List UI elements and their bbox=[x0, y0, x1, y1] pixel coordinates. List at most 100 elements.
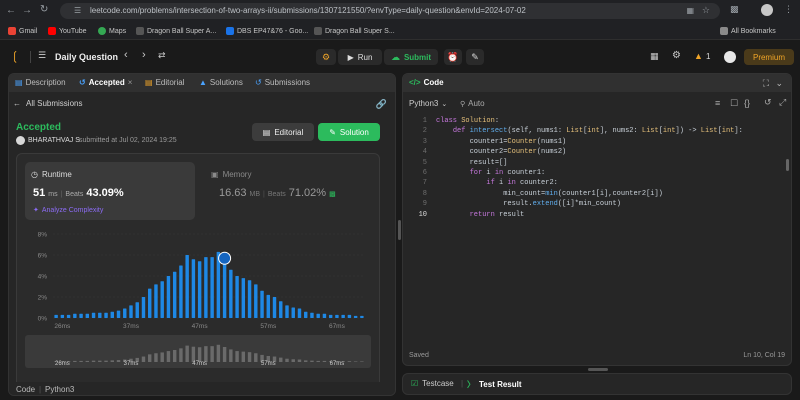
overview-bar bbox=[347, 361, 352, 362]
submitted-time: submitted at Jul 02, 2024 19:25 bbox=[79, 137, 177, 144]
user-avatar-small bbox=[16, 136, 25, 145]
all-bookmarks-label: All Bookmarks bbox=[731, 27, 776, 35]
tab-accepted[interactable]: ↺ Accepted × bbox=[79, 78, 132, 87]
bar bbox=[197, 261, 202, 318]
notes-button[interactable]: ✎ bbox=[466, 49, 484, 65]
tab-label: Accepted bbox=[88, 78, 125, 87]
reset-icon[interactable]: ↺ bbox=[764, 97, 772, 108]
bookmark-youtube[interactable]: YouTube bbox=[48, 25, 87, 37]
editor-scrollbar[interactable] bbox=[786, 159, 789, 171]
overview-bar bbox=[285, 358, 289, 362]
bar bbox=[60, 314, 65, 318]
arrow-left-icon: ← bbox=[13, 99, 21, 108]
extensions-icon[interactable]: ▩ bbox=[730, 4, 739, 15]
bar bbox=[204, 257, 208, 318]
submission-status: Accepted bbox=[16, 122, 62, 133]
layout-icon[interactable]: ▦ bbox=[650, 51, 659, 62]
bookmark-star-icon[interactable]: ☆ bbox=[702, 5, 710, 16]
code-editor[interactable]: 1 class Solution: 2 def intersect(self, nu… bbox=[403, 117, 791, 337]
memory-card[interactable]: ▣ Memory 16.63 MB | Beats 71.02% ▩ bbox=[201, 162, 371, 220]
profile-avatar[interactable] bbox=[761, 4, 773, 16]
bookmark-dragon-ball-1[interactable]: Dragon Ball Super A... bbox=[136, 25, 216, 37]
leetcode-logo-icon[interactable]: ❲ bbox=[10, 49, 22, 63]
memory-unit: MB bbox=[249, 191, 261, 198]
submitter-name[interactable]: BHARATHVAJ S bbox=[28, 137, 80, 144]
address-bar[interactable]: ☰ leetcode.com/problems/intersection-of-… bbox=[60, 3, 720, 19]
bar bbox=[85, 313, 90, 318]
browser-menu-icon[interactable]: ⋮ bbox=[784, 4, 793, 15]
y-tick-label: 0% bbox=[38, 316, 48, 323]
y-tick-label: 8% bbox=[38, 232, 48, 239]
submit-button[interactable]: ☁ Submit bbox=[384, 49, 438, 65]
line-number: 10 bbox=[418, 210, 427, 219]
collapse-icon[interactable]: ⌄ bbox=[775, 78, 783, 89]
format-icon[interactable]: ≡ bbox=[715, 98, 720, 108]
overview-bar bbox=[79, 360, 83, 362]
code-line: 4 counter2=Counter(nums2) bbox=[403, 148, 783, 158]
maximize-icon[interactable]: ⛶ bbox=[763, 78, 769, 89]
bookmark-gmail[interactable]: Gmail bbox=[8, 25, 37, 37]
forward-arrow-icon[interactable]: → bbox=[22, 5, 32, 16]
auto-mode[interactable]: ⚲ Auto bbox=[460, 99, 485, 108]
clock-icon: ◷ bbox=[31, 170, 38, 179]
list-icon[interactable]: ☰ bbox=[38, 50, 46, 61]
editorial-button[interactable]: ▤ Editorial bbox=[252, 123, 314, 141]
all-bookmarks[interactable]: All Bookmarks bbox=[720, 25, 776, 37]
tab-editorial[interactable]: ▤ Editorial bbox=[145, 78, 184, 87]
tab-description[interactable]: ▤ Description bbox=[15, 78, 66, 87]
bookmark-dragon-ball-2[interactable]: Dragon Ball Super S... bbox=[314, 25, 395, 37]
bookmark-icon[interactable]: ☐ bbox=[730, 98, 738, 109]
y-tick-label: 4% bbox=[38, 274, 48, 281]
overview-bar bbox=[291, 359, 295, 362]
code-text: result=[] bbox=[469, 158, 508, 167]
bar bbox=[110, 311, 114, 318]
panel-resize-handle[interactable] bbox=[398, 220, 401, 240]
tab-code[interactable]: </> Code bbox=[409, 78, 444, 87]
page-title[interactable]: Daily Question bbox=[55, 52, 118, 62]
bar bbox=[353, 315, 358, 318]
close-icon[interactable]: × bbox=[128, 78, 133, 87]
translate-icon[interactable]: ▦ bbox=[686, 6, 694, 15]
link-icon[interactable]: 🔗 bbox=[376, 99, 387, 110]
site-info-icon[interactable]: ☰ bbox=[74, 6, 81, 15]
solution-button[interactable]: ✎ Solution bbox=[318, 123, 380, 141]
prev-problem-icon[interactable]: ‹ bbox=[124, 49, 128, 61]
tab-solutions[interactable]: ▲ Solutions bbox=[199, 78, 243, 87]
fullscreen-icon[interactable]: ⤢ bbox=[779, 97, 786, 108]
back-arrow-icon[interactable]: ← bbox=[6, 5, 16, 16]
bar bbox=[241, 278, 246, 318]
x-tick-label: 47ms bbox=[192, 323, 209, 330]
settings-icon[interactable]: ⚙ bbox=[672, 50, 681, 61]
back-to-submissions[interactable]: ← All Submissions bbox=[13, 99, 82, 108]
analyze-complexity-link[interactable]: ✦ Analyze Complexity bbox=[33, 206, 104, 215]
overview-bar bbox=[73, 360, 77, 362]
shuffle-icon[interactable]: ⇄ bbox=[158, 50, 166, 61]
gmail-icon bbox=[8, 27, 16, 35]
code-label[interactable]: Code bbox=[16, 385, 35, 394]
panel-resize-handle-horizontal[interactable] bbox=[588, 368, 608, 371]
tab-test-result[interactable]: 〉 Test Result bbox=[467, 379, 522, 390]
debug-button[interactable]: ⚙ bbox=[316, 49, 336, 65]
analyze-label: Analyze Complexity bbox=[41, 206, 104, 214]
tab-submissions[interactable]: ↺ Submissions bbox=[255, 78, 310, 87]
overview-bar bbox=[254, 353, 258, 362]
timer-button[interactable]: ⏰ bbox=[444, 49, 462, 65]
sparkline-icon: ▩ bbox=[329, 191, 336, 198]
bookmark-dbs-drive[interactable]: DBS EP47&76 - Goo... bbox=[226, 25, 308, 37]
braces-icon[interactable]: {} bbox=[744, 98, 750, 108]
tab-label: Submissions bbox=[264, 78, 311, 87]
description-icon: ▤ bbox=[15, 78, 23, 87]
language-select[interactable]: Python3 ⌄ bbox=[409, 99, 447, 108]
bar bbox=[141, 297, 146, 318]
runtime-card[interactable]: ◷ Runtime 51 ms | Beats 43.09% ✦ Analyze… bbox=[25, 162, 195, 220]
reload-icon[interactable]: ↻ bbox=[40, 4, 48, 15]
bar bbox=[254, 284, 258, 318]
tab-testcase[interactable]: ☑ Testcase bbox=[411, 379, 454, 388]
overview-bar bbox=[148, 354, 152, 362]
bookmark-maps[interactable]: Maps bbox=[98, 25, 126, 37]
user-avatar[interactable] bbox=[724, 51, 736, 63]
run-button[interactable]: ▶ Run bbox=[338, 49, 382, 65]
code-line: 2 def intersect(self, nums1: List[int], … bbox=[403, 127, 783, 137]
next-problem-icon[interactable]: › bbox=[142, 49, 146, 61]
premium-button[interactable]: Premium bbox=[744, 49, 794, 65]
